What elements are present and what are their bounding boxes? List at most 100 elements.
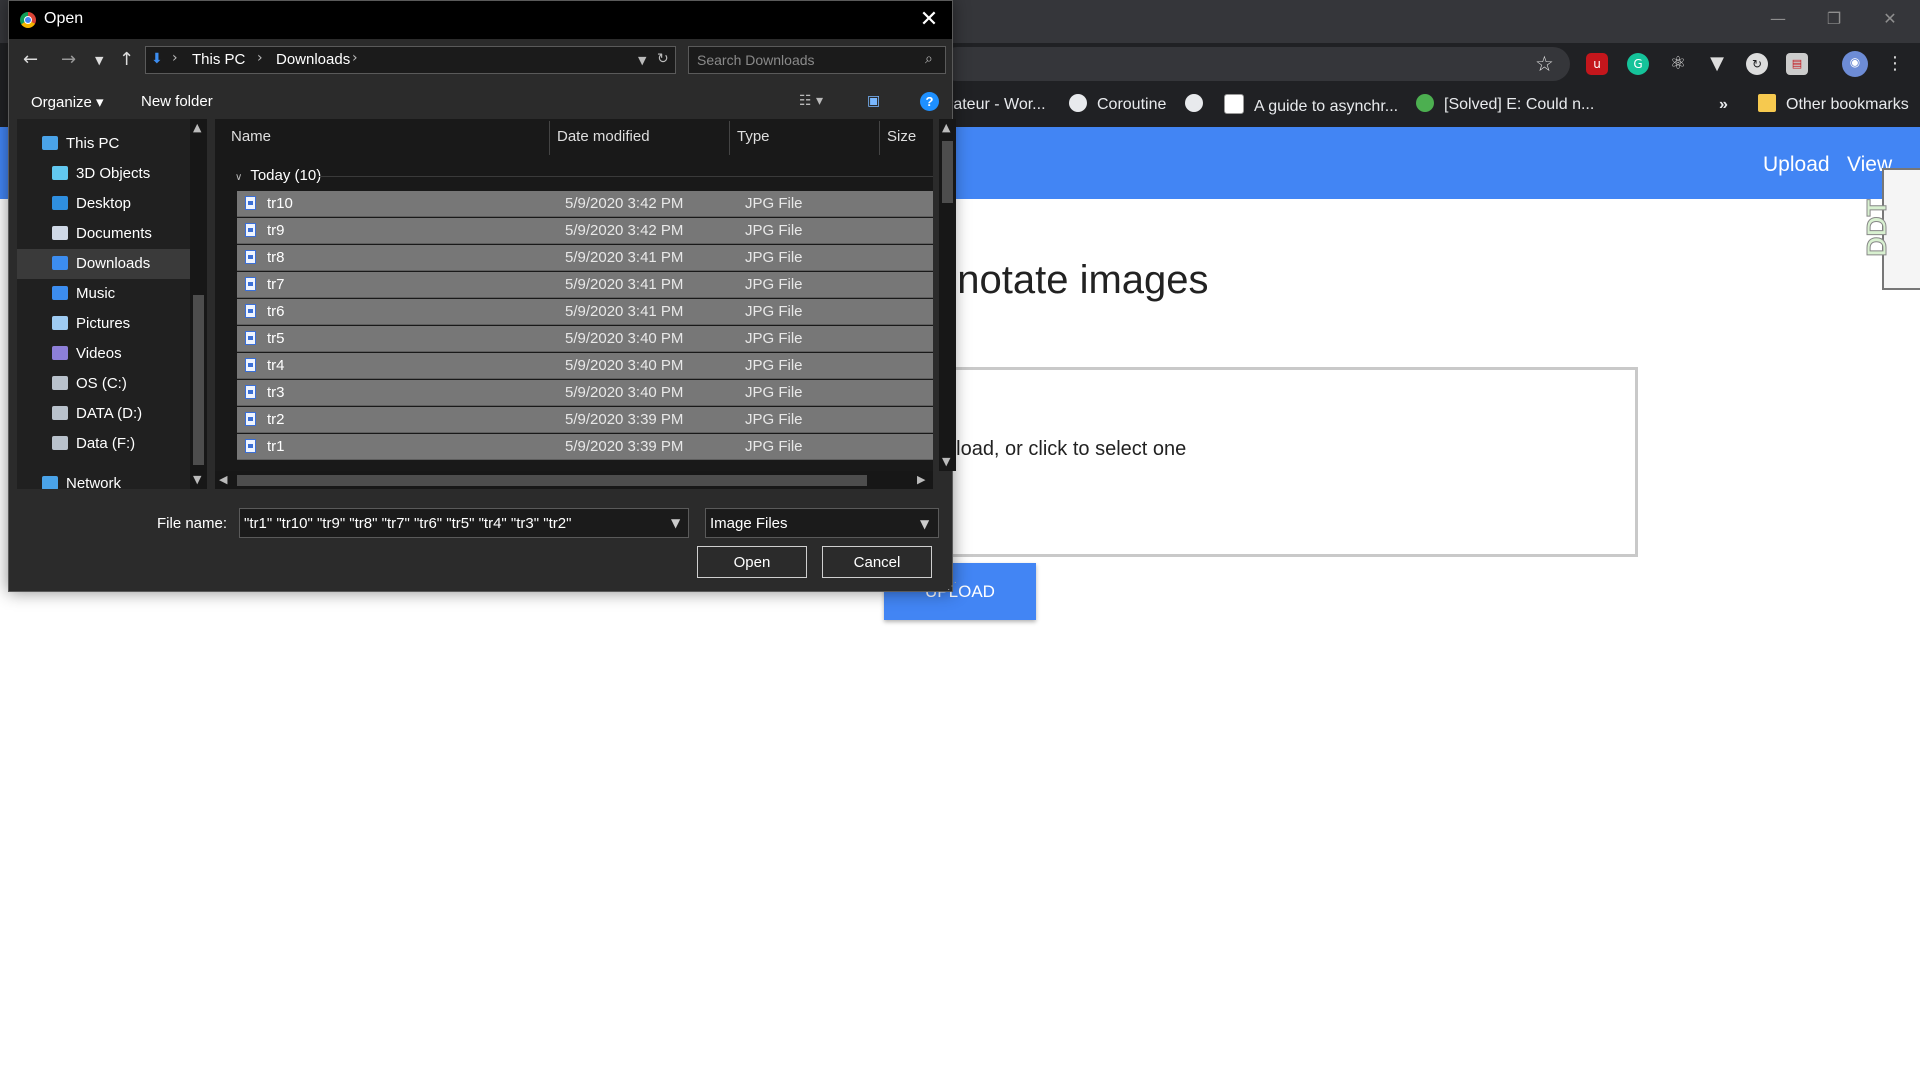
file-drop-zone[interactable] [940,367,1638,557]
recent-locations-icon[interactable]: ▼ [95,54,103,67]
breadcrumb-downloads[interactable]: Downloads [276,51,350,68]
chevron-down-icon[interactable]: ▼ [638,54,646,67]
jpg-file-icon [245,439,256,453]
organize-button[interactable]: Organize ▾ [31,93,104,111]
scrollbar-thumb[interactable] [237,475,867,486]
tree-item-music[interactable]: Music [17,279,190,309]
file-row[interactable]: tr4 5/9/2020 3:40 PM JPG File [237,353,933,379]
search-icon: ⌕ [925,51,933,67]
file-row[interactable]: tr9 5/9/2020 3:42 PM JPG File [237,218,933,244]
tree-item-data-f[interactable]: Data (F:) [17,429,190,459]
file-row[interactable]: tr1 5/9/2020 3:39 PM JPG File [237,434,933,460]
tree-item-os-c[interactable]: OS (C:) [17,369,190,399]
column-header-type[interactable]: Type [737,128,770,145]
column-divider[interactable] [879,121,880,155]
scrollbar-thumb[interactable] [193,295,204,465]
scroll-right-icon[interactable]: ▶ [917,473,925,486]
restore-button[interactable]: ❐ [1814,6,1854,32]
chevron-down-icon[interactable]: ▼ [671,516,680,530]
column-header-date[interactable]: Date modified [557,128,650,145]
column-header-name[interactable]: Name [231,128,271,145]
scroll-down-icon[interactable]: ▼ [942,455,950,468]
file-row[interactable]: tr6 5/9/2020 3:41 PM JPG File [237,299,933,325]
new-folder-button[interactable]: New folder [141,93,213,110]
bookmark-item[interactable] [1185,94,1213,116]
file-list-horizontal-scrollbar[interactable]: ◀ ▶ [215,471,933,489]
tree-item-downloads[interactable]: Downloads [17,249,190,279]
tree-item-network[interactable]: Network [17,469,190,489]
navigation-scrollbar[interactable]: ▲ ▼ [190,119,207,489]
globe-icon [1069,94,1087,112]
dialog-close-button[interactable]: ✕ [914,5,944,35]
refresh-extension-icon[interactable]: ↻ [1746,53,1768,75]
bookmark-item[interactable]: A guide to asynchr... [1224,94,1398,116]
breadcrumb-separator-icon: › [257,50,263,66]
vue-devtools-icon[interactable]: ▼ [1706,53,1728,75]
chrome-icon [20,12,36,28]
minimize-button[interactable]: — [1758,6,1798,32]
download-icon: ⬇ [151,51,163,67]
scroll-up-icon[interactable]: ▲ [193,121,201,134]
file-row[interactable]: tr3 5/9/2020 3:40 PM JPG File [237,380,933,406]
jpg-file-icon [245,277,256,291]
file-name-input[interactable] [239,508,689,538]
browser-menu-icon[interactable]: ⋮ [1884,53,1906,75]
file-row[interactable]: tr5 5/9/2020 3:40 PM JPG File [237,326,933,352]
file-row[interactable]: tr2 5/9/2020 3:39 PM JPG File [237,407,933,433]
browser-close-button[interactable]: ✕ [1870,6,1910,32]
breadcrumb-this-pc[interactable]: This PC [192,51,245,68]
jpg-file-icon [245,250,256,264]
address-bar[interactable] [940,47,1570,81]
file-type-select[interactable]: Image Files ▼ [705,508,939,538]
dialog-search-box[interactable]: Search Downloads ⌕ [688,46,946,74]
column-divider[interactable] [549,121,550,155]
forward-arrow-icon[interactable]: → [61,49,76,70]
scrollbar-thumb[interactable] [942,141,953,203]
dialog-address-bar[interactable]: ⬇ › This PC › Downloads › ▼ ↻ [145,46,676,74]
ublock-extension-icon[interactable]: u [1586,53,1608,75]
tree-item-documents[interactable]: Documents [17,219,190,249]
ddt-side-widget[interactable]: DDT [1860,168,1920,290]
page-title: nnotate images [935,258,1209,302]
column-divider[interactable] [729,121,730,155]
file-row[interactable]: tr10 5/9/2020 3:42 PM JPG File [237,191,933,217]
other-bookmarks[interactable]: Other bookmarks [1758,94,1909,116]
preview-pane-icon[interactable]: ▣ [867,93,880,109]
file-row[interactable]: tr7 5/9/2020 3:41 PM JPG File [237,272,933,298]
file-row[interactable]: tr8 5/9/2020 3:41 PM JPG File [237,245,933,271]
column-header-size[interactable]: Size [887,128,916,145]
bookmark-star-icon[interactable]: ☆ [1535,52,1554,76]
file-list-vertical-scrollbar[interactable]: ▲ ▼ [939,119,956,471]
video-icon [52,346,68,360]
up-arrow-icon[interactable]: ↑ [119,49,134,70]
help-icon[interactable]: ? [920,92,939,111]
scroll-left-icon[interactable]: ◀ [219,473,227,486]
tree-item-data-d[interactable]: DATA (D:) [17,399,190,429]
tree-item-pictures[interactable]: Pictures [17,309,190,339]
drive-icon [52,406,68,420]
bookmarks-overflow-button[interactable]: » [1719,94,1728,116]
tree-item-3d-objects[interactable]: 3D Objects [17,159,190,189]
group-header-today[interactable]: ∨ Today (10) [235,167,321,184]
view-options-icon[interactable]: ☷ ▾ [799,93,823,109]
bookmark-item[interactable]: Coroutine [1069,94,1166,116]
profile-avatar[interactable]: ◉ [1842,51,1868,77]
drive-icon [52,376,68,390]
open-button[interactable]: Open [697,546,807,578]
scroll-down-icon[interactable]: ▼ [193,473,201,486]
cast-extension-icon[interactable]: ▤ [1786,53,1808,75]
scroll-up-icon[interactable]: ▲ [942,121,950,134]
tree-item-this-pc[interactable]: This PC [17,129,190,159]
tree-item-desktop[interactable]: Desktop [17,189,190,219]
react-devtools-icon[interactable]: ⚛ [1667,53,1689,75]
grammarly-extension-icon[interactable]: G [1627,53,1649,75]
tree-item-videos[interactable]: Videos [17,339,190,369]
resize-grip-icon[interactable]: ⋰ [947,581,957,592]
nav-upload-link[interactable]: Upload [1763,153,1830,177]
cancel-button[interactable]: Cancel [822,546,932,578]
back-arrow-icon[interactable]: ← [23,49,38,70]
bookmark-item[interactable]: rateur - Wor... [948,94,1046,116]
bookmark-item[interactable]: [Solved] E: Could n... [1416,94,1594,116]
jpg-file-icon [245,304,256,318]
refresh-icon[interactable]: ↻ [657,51,669,67]
